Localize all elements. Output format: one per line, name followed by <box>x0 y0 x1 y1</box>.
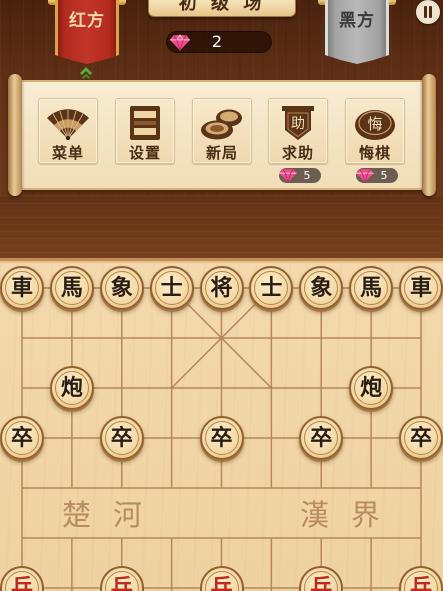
help-icon-char: 助 <box>291 116 305 132</box>
menu-button-label: 菜单 <box>51 144 84 162</box>
piece-black-cannon[interactable]: 炮 <box>49 366 94 410</box>
help-banner-icon: 助 <box>282 106 314 140</box>
pause-button[interactable] <box>416 0 440 24</box>
undo-cost-badge: 5 <box>356 168 398 183</box>
piece-black-soldier[interactable]: 卒 <box>299 416 344 460</box>
undo-icon-char: 悔 <box>367 115 382 133</box>
undo-button[interactable]: 悔 悔棋 <box>345 98 405 164</box>
hint-button-label: 求助 <box>281 144 314 162</box>
river-label-han-jie: 漢界 <box>300 498 403 532</box>
piece-black-soldier[interactable]: 卒 <box>399 416 443 460</box>
settings-button[interactable]: 设置 <box>115 98 175 164</box>
piece-black-soldier[interactable]: 卒 <box>99 416 144 460</box>
fan-icon <box>47 109 89 141</box>
wood-plank <box>0 196 443 258</box>
gem-icon <box>169 34 191 51</box>
scroll-roll-left <box>8 74 22 196</box>
scroll-roll-right <box>422 74 436 196</box>
piece-black-advisor[interactable]: 士 <box>149 266 194 310</box>
new-game-button[interactable]: 新局 <box>192 98 252 164</box>
undo-disc-icon: 悔 <box>355 110 395 140</box>
piece-black-elephant[interactable]: 象 <box>299 266 344 310</box>
piece-black-chariot[interactable]: 車 <box>0 266 44 310</box>
new-game-button-label: 新局 <box>205 144 238 162</box>
piece-black-chariot[interactable]: 車 <box>399 266 443 310</box>
hint-cost-badge: 5 <box>279 168 321 183</box>
piece-black-general[interactable]: 将 <box>199 266 244 310</box>
piece-black-cannon[interactable]: 炮 <box>349 366 394 410</box>
hint-cost: 5 <box>303 169 311 182</box>
stacked-discs-icon <box>201 109 242 140</box>
river-label-chu-he: 楚河 <box>62 498 165 532</box>
gem-counter[interactable]: 2 <box>166 31 272 53</box>
room-title: 初 级 场 <box>178 0 266 14</box>
piece-black-elephant[interactable]: 象 <box>99 266 144 310</box>
hint-button[interactable]: 助 求助 <box>268 98 328 164</box>
menu-button[interactable]: 菜单 <box>38 98 98 164</box>
settings-button-label: 设置 <box>128 144 161 162</box>
piece-black-soldier[interactable]: 卒 <box>199 416 244 460</box>
red-side-label: 红方 <box>69 11 105 31</box>
frame-icon <box>130 106 160 140</box>
piece-black-soldier[interactable]: 卒 <box>0 416 44 460</box>
red-side-banner: 红方 <box>55 0 119 64</box>
toolbar-scroll: 菜单 设置 新局 助 求助 悔 悔棋 5 5 <box>8 74 436 196</box>
piece-black-horse[interactable]: 馬 <box>349 266 394 310</box>
black-side-label: 黑方 <box>339 11 375 31</box>
black-side-banner: 黑方 <box>325 0 389 64</box>
room-title-plaque: 初 级 场 <box>148 0 296 17</box>
undo-cost: 5 <box>380 169 388 182</box>
piece-black-horse[interactable]: 馬 <box>49 266 94 310</box>
gem-count: 2 <box>211 32 223 51</box>
xiangqi-game-screen: 红方 初 级 场 2 黑方 菜单 设置 新局 助 求助 悔 悔棋 5 5 楚河 … <box>0 0 443 591</box>
pause-icon-bar <box>429 6 432 18</box>
undo-button-label: 悔棋 <box>358 144 391 162</box>
pause-icon <box>424 6 427 18</box>
